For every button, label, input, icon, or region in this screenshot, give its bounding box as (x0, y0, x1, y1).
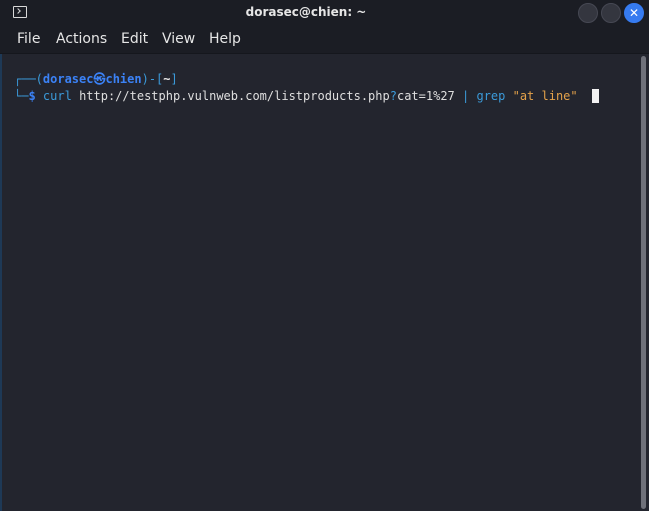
command-program: curl (42, 89, 72, 103)
scrollbar-thumb[interactable] (641, 56, 646, 509)
text-cursor (592, 89, 600, 103)
prompt-end: ] (170, 72, 178, 86)
prompt-cwd: ~ (163, 72, 171, 86)
command-url-query: cat=1%27 (396, 89, 455, 103)
prompt-frame-top: ┌──( (14, 72, 43, 86)
command-pattern: "at line" (512, 89, 578, 103)
menu-help[interactable]: Help (209, 31, 241, 47)
command-pipe: | (462, 89, 470, 103)
prompt-separator: )-[ (141, 72, 164, 86)
maximize-button[interactable] (601, 3, 621, 23)
window-left-edge (0, 54, 2, 511)
terminal-output[interactable]: ┌──(dorasec㉿chien)-[~] └─$ curl http://t… (0, 54, 638, 511)
prompt-user-host: dorasec㉿chien (42, 72, 142, 86)
window-title: dorasec@chien: ~ (245, 5, 367, 19)
prompt-line: ┌──(dorasec㉿chien)-[~] (14, 71, 178, 87)
close-button[interactable]: ✕ (624, 3, 644, 23)
menu-bar: File Actions Edit View Help (0, 27, 649, 54)
menu-view[interactable]: View (162, 31, 195, 47)
command-url-question: ? (389, 89, 397, 103)
command-line[interactable]: └─$ curl http://testphp.vulnweb.com/list… (14, 88, 600, 104)
title-bar[interactable]: dorasec@chien: ~ ✕ (0, 0, 649, 27)
prompt-dollar: $ (28, 89, 36, 103)
command-url: http://testphp.vulnweb.com/listproducts.… (79, 89, 390, 103)
prompt-frame-bottom: └─ (14, 89, 29, 103)
scrollbar[interactable] (638, 54, 649, 511)
minimize-button[interactable] (578, 3, 598, 23)
terminal-window: dorasec@chien: ~ ✕ File Actions Edit Vie… (0, 0, 649, 511)
menu-file[interactable]: File (17, 31, 40, 47)
menu-edit[interactable]: Edit (121, 31, 148, 47)
menu-actions[interactable]: Actions (56, 31, 107, 47)
command-grep: grep (476, 89, 506, 103)
